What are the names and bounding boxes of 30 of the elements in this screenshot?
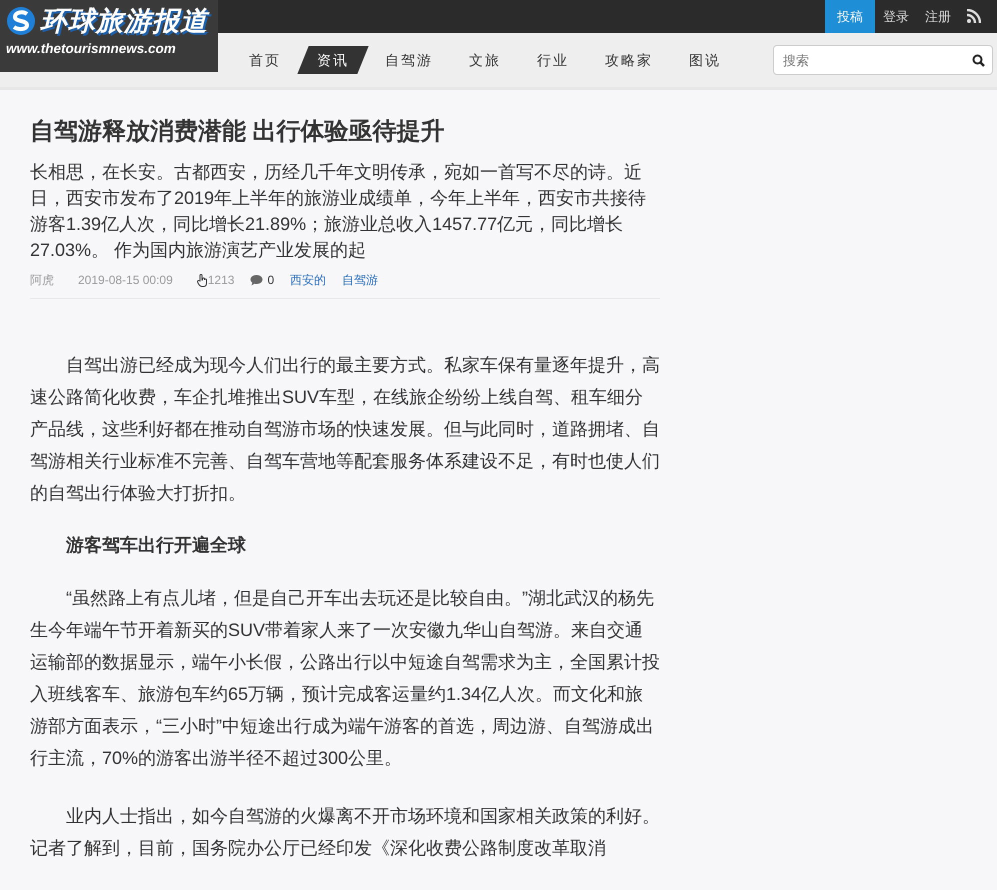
publish-date: 2019-08-15 00:09: [78, 272, 173, 290]
hand-pointer-icon: [196, 274, 208, 287]
nav-tab[interactable]: 自驾游: [371, 46, 447, 74]
globe-logo-icon: [6, 6, 36, 36]
tag-link[interactable]: 自驾游: [342, 271, 378, 290]
tag-link[interactable]: 西安的: [290, 271, 326, 290]
section-heading: 游客驾车出行开遍全球: [64, 534, 247, 556]
nav-tab[interactable]: 文旅: [455, 46, 515, 74]
top-link[interactable]: 投稿: [825, 0, 875, 33]
comment-icon: [250, 274, 264, 286]
nav-tab[interactable]: 首页: [235, 46, 295, 74]
nav-tab[interactable]: 资讯: [297, 46, 369, 74]
site-logo[interactable]: 环球旅游报道 www.thetourismnews.com: [0, 0, 218, 72]
comment-count: 0: [267, 272, 274, 290]
search-icon[interactable]: [972, 54, 985, 67]
logo-title: 环球旅游报道: [40, 6, 208, 36]
top-link[interactable]: 登录: [875, 0, 917, 33]
body-paragraph: 自驾出游已经成为现今人们出行的最主要方式。私家车保有量逐年提升，高速公路简化收费，车企扎堆推出SUV车型，在线旅企纷纷上线自驾、租车细分产品线，这些利好都在推动自驾游市场的快速发展。但与此同时，道路拥堵、自驾游相关行业标准不完善、自驾车营地等配套服务体系建设不足，有时也使人们的自驾出行体验大打折扣。: [30, 354, 660, 505]
article-summary: 长相思，在长安。古都西安，历经几千年文明传承，宛如一首写不尽的诗。近日，西安市发布了2019年上半年的旅游业成绩单，今年上半年，西安市共接待游客1.39亿人次，同比增长21.89%；旅游业总收入1457.77亿元，同比增长27.03%。 作为国内旅游演艺产业发展的起: [30, 160, 648, 262]
top-link[interactable]: 注册: [917, 0, 959, 33]
nav-tab[interactable]: 图说: [675, 46, 735, 74]
body-paragraph: “虽然路上有点儿堵，但是自己开车出去玩还是比较自由。”湖北武汉的杨先生今年端午节开着新买的SUV带着家人来了一次安徽九华山自驾游。来自交通运输部的数据显示，端午小长假，公路出行以中短途自驾需求为主，全国累计投入班线客车、旅游包车约65万辆，预计完成客运量约1.34亿人次。而文化和旅游部方面表示，“三小时”中短途出行成为端午游客的首选，周边游、自驾游成出行主流，70%的游客出游半径不超过300公里。: [30, 587, 660, 770]
author-name: 阿虎: [30, 272, 54, 290]
nav-tab[interactable]: 攻略家: [591, 46, 667, 74]
view-count: 1213: [208, 272, 234, 290]
nav-tab[interactable]: 行业: [523, 46, 583, 74]
article-title: 自驾游释放消费潜能 出行体验亟待提升: [30, 118, 446, 147]
search-field[interactable]: 搜索: [773, 45, 993, 75]
logo-url: www.thetourismnews.com: [6, 40, 177, 58]
body-paragraph: 业内人士指出，如今自驾游的火爆离不开市场环境和国家相关政策的利好。记者了解到，目前，国务院办公厅已经印发《深化收费公路制度改革取消: [30, 805, 660, 860]
